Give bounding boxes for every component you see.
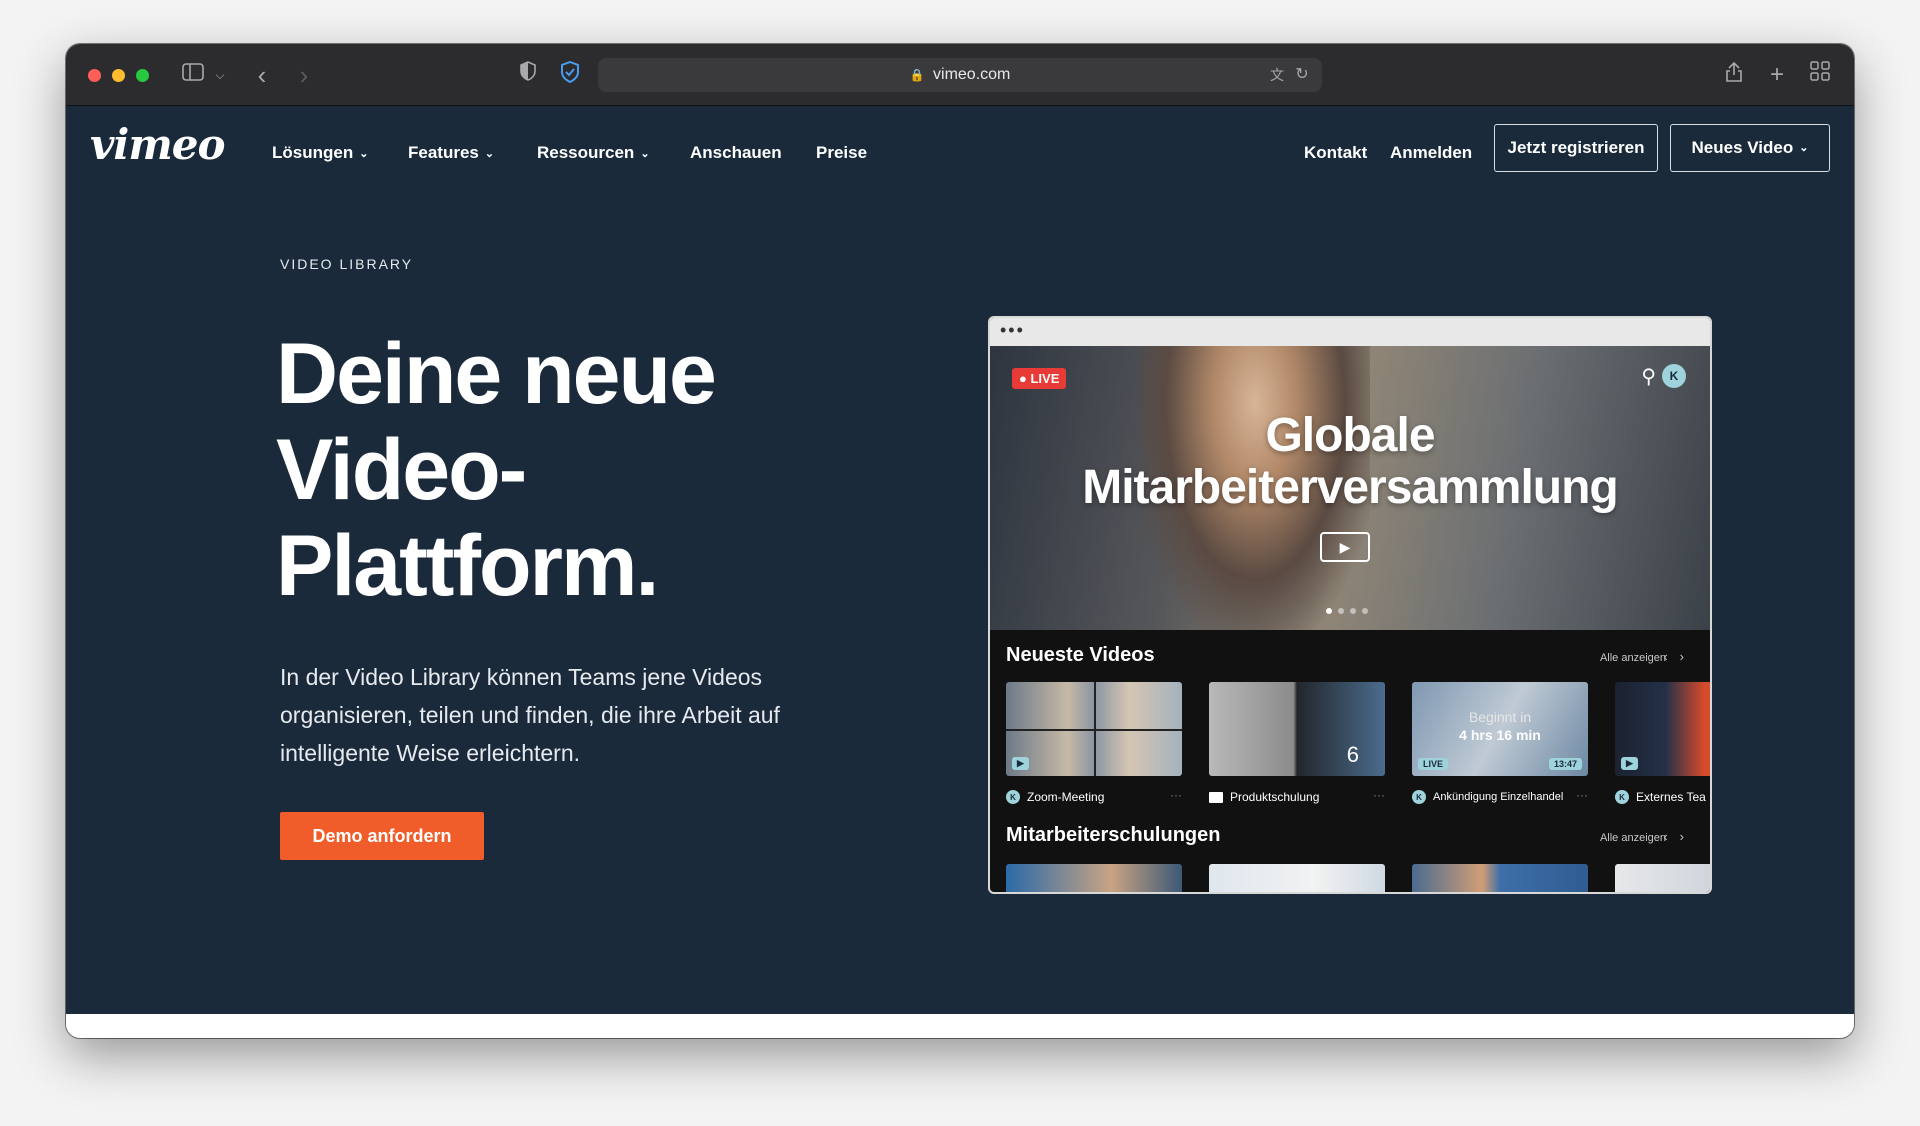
translate-icon[interactable]: 文: [1266, 61, 1288, 89]
video-thumbnail[interactable]: [1006, 864, 1182, 892]
video-caption[interactable]: K Ankündigung Einzelhandel: [1412, 788, 1563, 806]
video-caption[interactable]: K Zoom-Meeting: [1006, 788, 1104, 806]
section-title-training: Mitarbeiterschulungen: [1006, 824, 1221, 846]
chevron-down-icon: ⌄: [359, 148, 369, 160]
chevron-down-icon: ⌄: [1799, 141, 1809, 154]
minimize-window-button[interactable]: [112, 69, 125, 82]
window-dots-icon: •••: [1000, 320, 1025, 340]
chevron-down-icon[interactable]: ⌵: [212, 61, 228, 89]
see-all-link[interactable]: Alle anzeigen: [1600, 652, 1666, 664]
avatar: K: [1615, 790, 1629, 804]
chevron-down-icon: ⌄: [484, 148, 495, 160]
duration-badge: 13:47: [1548, 758, 1582, 770]
demo-request-button[interactable]: Demo anfordern: [280, 812, 484, 860]
nav-item-features[interactable]: Features ⌄: [408, 143, 494, 163]
vimeo-page: vimeo Lösungen ⌄ Features ⌄ Ressourcen ⌄ An…: [66, 106, 1854, 1014]
nav-item-anschauen[interactable]: Anschauen: [690, 143, 782, 163]
more-icon[interactable]: ···: [1576, 788, 1588, 802]
login-link[interactable]: Anmelden: [1390, 143, 1472, 163]
lock-icon: 🔒: [909, 68, 925, 82]
video-thumbnail[interactable]: [1209, 864, 1385, 892]
featured-live-banner[interactable]: ● LIVE ⚲ K Globale Mitarbeiterversammlun…: [990, 346, 1710, 630]
live-badge: ● LIVE: [1012, 368, 1067, 389]
search-icon[interactable]: ⚲: [1641, 364, 1656, 389]
video-thumbnail-external[interactable]: ▶: [1615, 682, 1710, 776]
section-title-latest: Neueste Videos: [1006, 644, 1155, 666]
share-icon[interactable]: [1722, 61, 1746, 89]
folder-icon: [1209, 791, 1223, 803]
chevron-left-icon[interactable]: ‹: [1663, 829, 1679, 844]
fullscreen-window-button[interactable]: [136, 69, 149, 82]
preview-window-bar: •••: [990, 318, 1710, 346]
page-footer-strip: [66, 1014, 1854, 1038]
sidebar-toggle-icon[interactable]: [180, 61, 206, 89]
carousel-arrows[interactable]: ‹›: [1663, 649, 1696, 664]
play-icon: ▶: [1012, 757, 1029, 770]
back-arrow-icon[interactable]: ‹: [252, 61, 272, 89]
live-badge: LIVE: [1418, 758, 1449, 770]
address-bar[interactable]: 🔒 vimeo.com 文 ↻: [598, 58, 1322, 92]
url-text: vimeo.com: [933, 66, 1011, 83]
video-thumbnail[interactable]: [1412, 864, 1588, 892]
nav-item-loesungen[interactable]: Lösungen ⌄: [272, 143, 368, 163]
chevron-right-icon[interactable]: ›: [1680, 649, 1696, 664]
reload-icon[interactable]: ↻: [1292, 61, 1312, 89]
contact-link[interactable]: Kontakt: [1304, 143, 1367, 163]
browser-toolbar: ⌵ ‹ › 🔒 vimeo.com 文 ↻ +: [66, 44, 1854, 106]
avatar: K: [1412, 790, 1426, 804]
video-caption[interactable]: Produktschulung: [1209, 788, 1319, 806]
more-icon[interactable]: ···: [1170, 788, 1182, 802]
vimeo-logo[interactable]: vimeo: [90, 120, 226, 169]
chevron-down-icon: ⌄: [640, 148, 650, 160]
avatar: K: [1006, 790, 1020, 804]
new-video-button[interactable]: Neues Video ⌄: [1670, 124, 1830, 172]
nav-item-preise[interactable]: Preise: [816, 143, 867, 163]
carousel-arrows[interactable]: ‹›: [1663, 829, 1696, 844]
banner-title: Globale Mitarbeiterversammlung: [1082, 409, 1619, 514]
shield-icon[interactable]: [516, 61, 540, 89]
hero-description: In der Video Library können Teams jene V…: [280, 664, 780, 766]
close-window-button[interactable]: [88, 69, 101, 82]
play-icon[interactable]: ▶: [1320, 532, 1370, 562]
video-thumbnail-produktschulung[interactable]: 6: [1209, 682, 1385, 776]
browser-window: ⌵ ‹ › 🔒 vimeo.com 文 ↻ + vimeo Lösungen ⌄…: [66, 44, 1854, 1038]
play-icon: ▶: [1621, 757, 1638, 770]
chevron-right-icon[interactable]: ›: [1680, 829, 1696, 844]
tab-overview-icon[interactable]: [1808, 61, 1832, 89]
avatar[interactable]: K: [1662, 364, 1686, 388]
eyebrow-label: VIDEO LIBRARY: [280, 256, 414, 272]
register-button[interactable]: Jetzt registrieren: [1494, 124, 1658, 172]
new-tab-icon[interactable]: +: [1766, 61, 1788, 89]
nav-item-ressourcen[interactable]: Ressourcen ⌄: [537, 143, 650, 163]
video-thumbnail-zoom-meeting[interactable]: ▶: [1006, 682, 1182, 776]
see-all-link[interactable]: Alle anzeigen: [1600, 832, 1666, 844]
page-headline: Deine neue Video- Plattform.: [276, 326, 717, 614]
video-thumbnail-announcement[interactable]: Beginnt in 4 hrs 16 min LIVE 13:47: [1412, 682, 1588, 776]
carousel-pagination[interactable]: [1326, 608, 1368, 614]
video-count: 6: [1346, 742, 1359, 767]
more-icon[interactable]: ···: [1373, 788, 1385, 802]
privacy-shield-icon[interactable]: [558, 60, 582, 89]
video-caption[interactable]: K Externes Tea: [1615, 788, 1706, 806]
video-thumbnail[interactable]: [1615, 864, 1710, 892]
chevron-left-icon[interactable]: ‹: [1663, 649, 1679, 664]
forward-arrow-icon[interactable]: ›: [294, 61, 314, 89]
video-library-preview: ••• ● LIVE ⚲ K Globale Mitarbeiterversam…: [988, 316, 1712, 894]
